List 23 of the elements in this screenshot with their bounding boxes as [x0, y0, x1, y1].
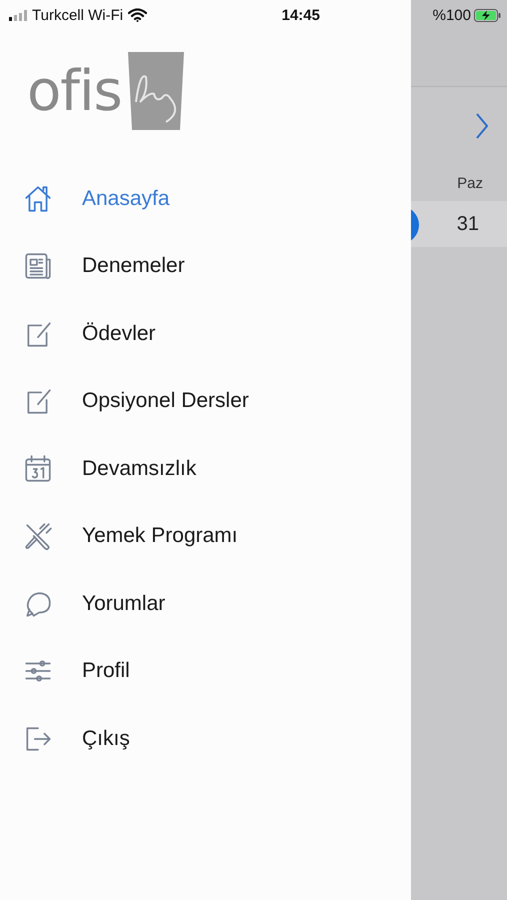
home-icon: [23, 184, 53, 214]
day-number[interactable]: 31: [456, 212, 479, 236]
battery-percent: %100: [432, 6, 471, 24]
signal-icon: [9, 10, 27, 20]
newspaper-icon: [23, 251, 53, 282]
logo-mark-icon: [126, 52, 186, 130]
menu-item[interactable]: Yorumlar: [0, 570, 411, 638]
menu-item[interactable]: Çıkış: [0, 705, 411, 772]
fork-knife-icon: [23, 521, 53, 552]
menu-item[interactable]: Denemeler: [0, 232, 411, 300]
carrier-name: Turkcell Wi-Fi: [32, 6, 124, 24]
weekday-label: Paz: [457, 174, 483, 192]
wifi-icon: [128, 8, 148, 22]
menu-item[interactable]: Anasayfa: [0, 165, 411, 232]
menu-item[interactable]: Opsiyonel Dersler: [0, 368, 411, 435]
menu-item[interactable]: Devamsızlık: [0, 435, 411, 502]
menu-item[interactable]: Yemek Programı: [0, 502, 411, 570]
chevron-right-icon[interactable]: [475, 112, 489, 140]
menu-item[interactable]: Profil: [0, 638, 411, 705]
clock-time: 14:45: [280, 6, 321, 24]
app-logo: ofis: [27, 58, 122, 124]
menu-item[interactable]: Ödevler: [0, 300, 411, 368]
calendar-icon: [23, 454, 53, 484]
